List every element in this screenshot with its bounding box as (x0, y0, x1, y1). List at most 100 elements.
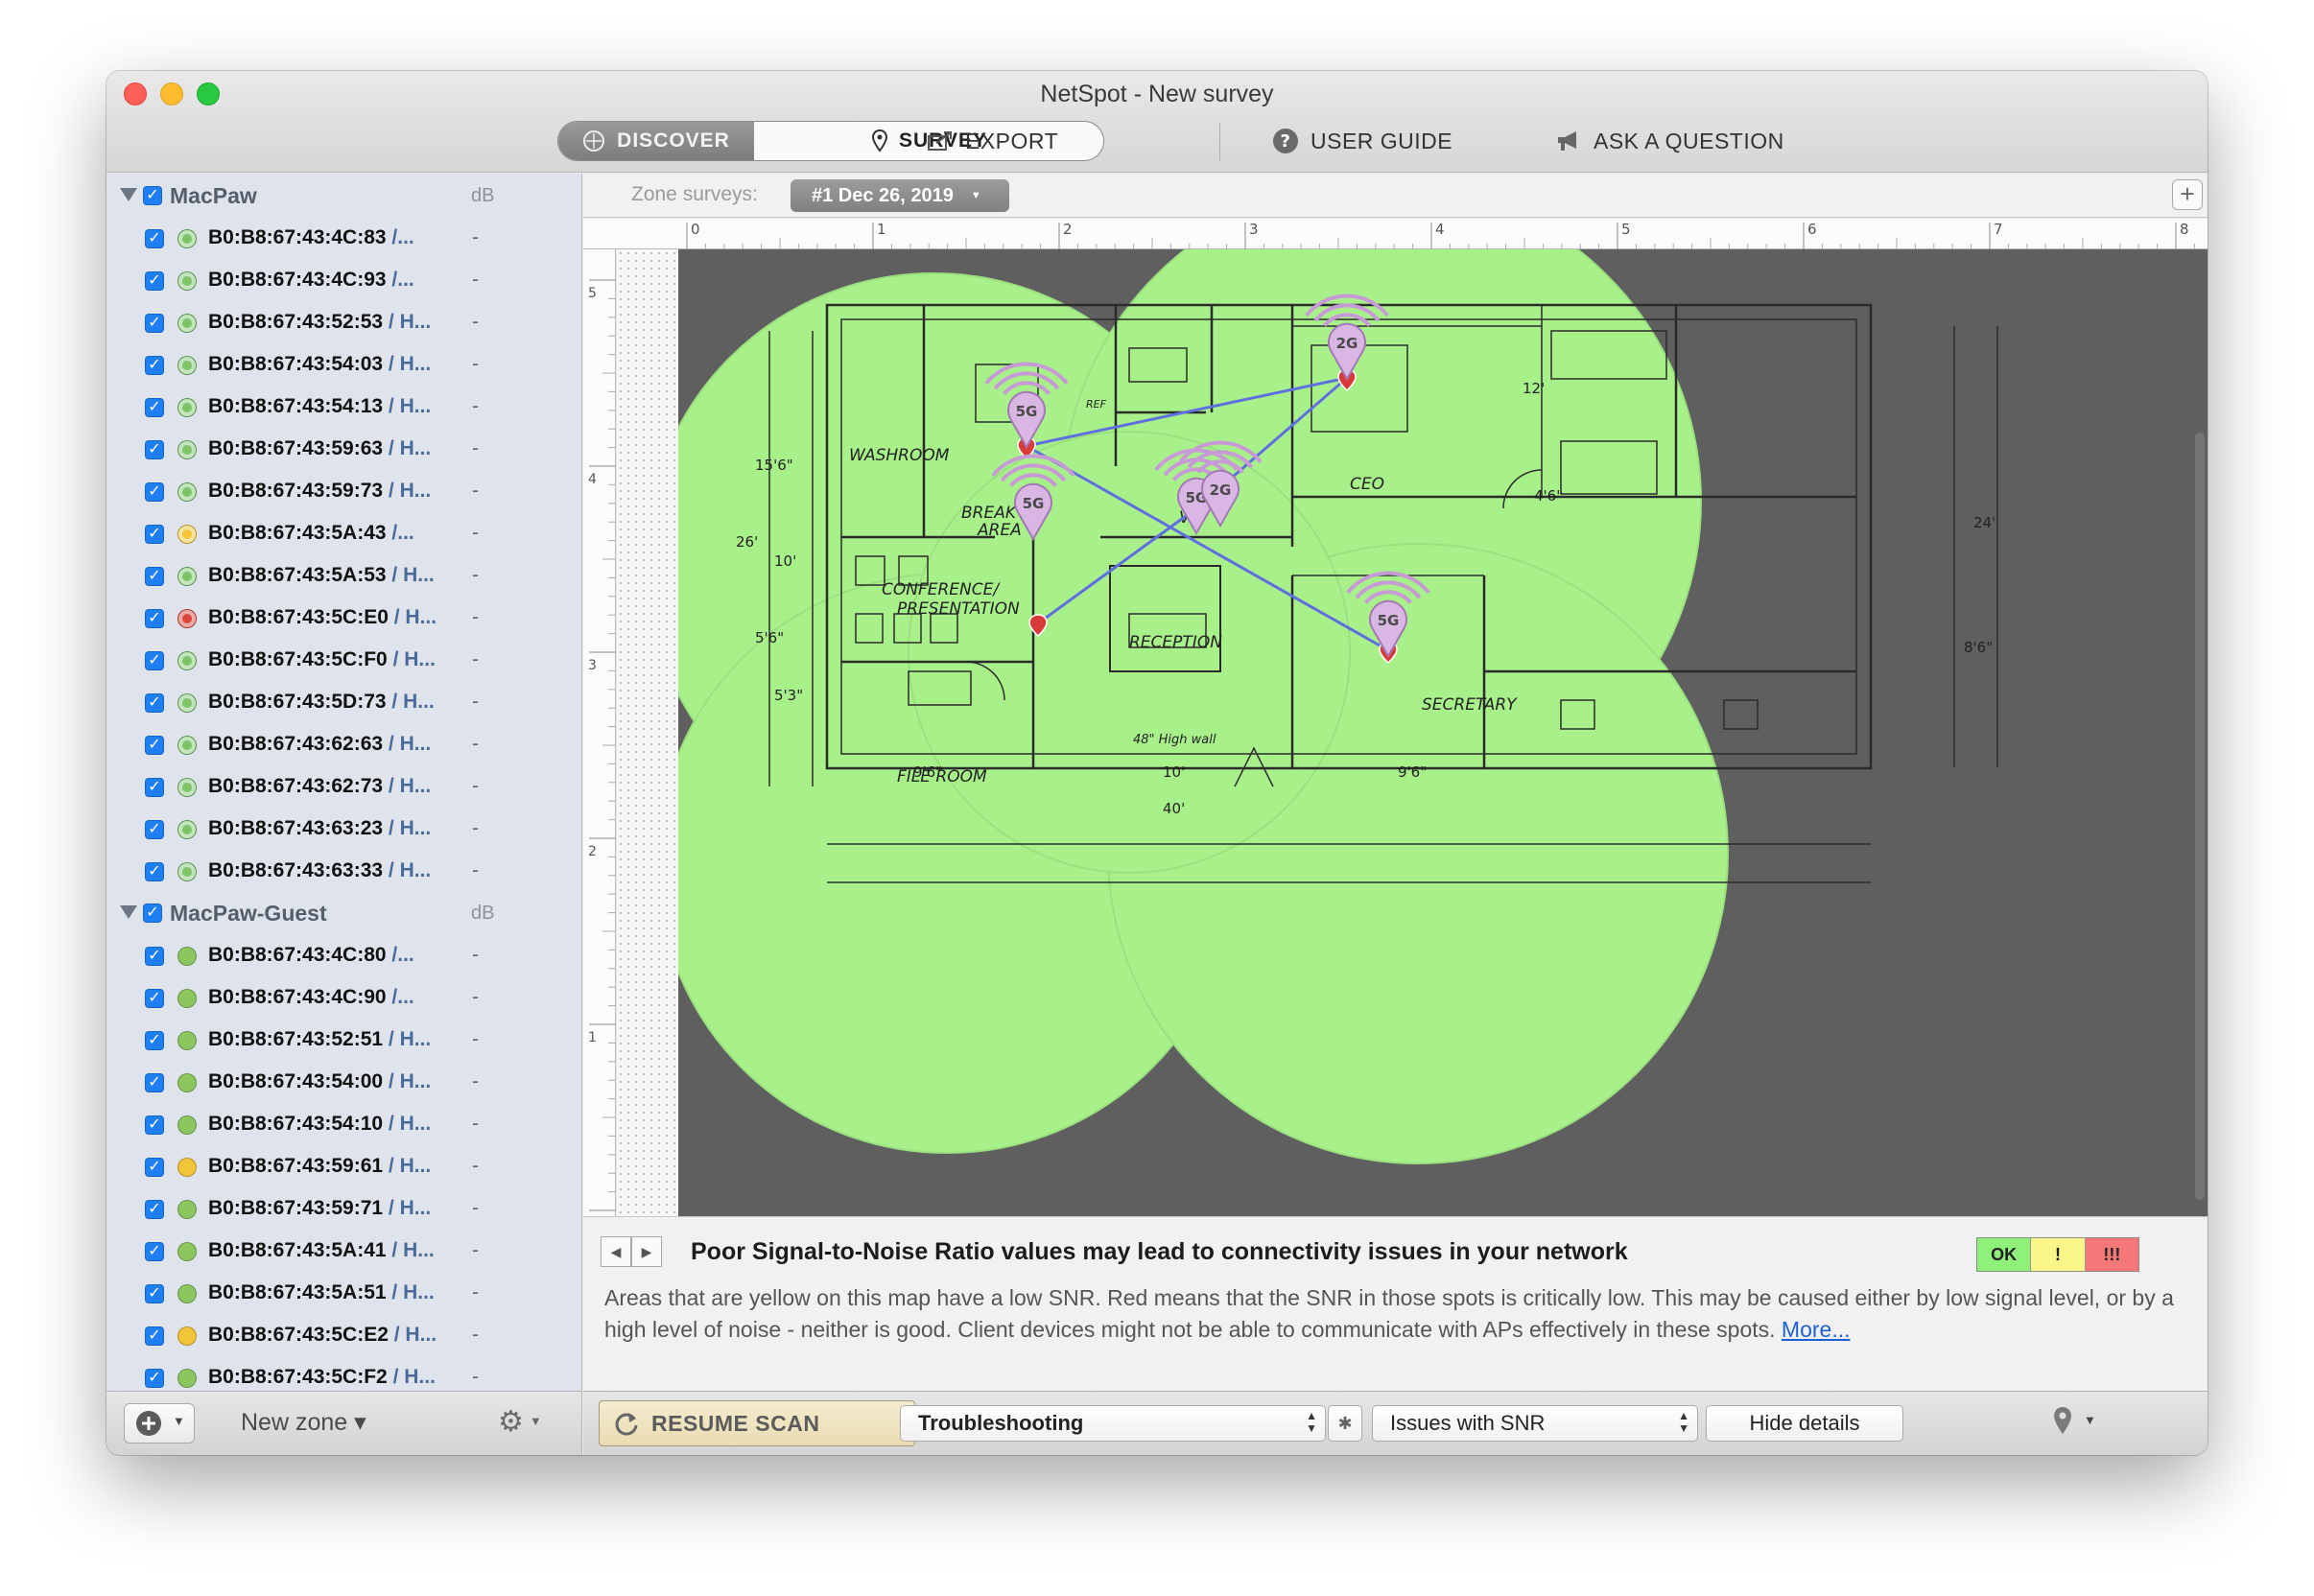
export-button[interactable]: EXPORT (927, 125, 1058, 157)
ruler-tick-label: 1 (877, 221, 886, 238)
next-issue-button[interactable]: ▶ (631, 1236, 662, 1267)
network-row[interactable]: ✓ B0:B8:67:43:52:53 / H... - (106, 302, 581, 344)
bssid-value: B0:B8:67:43:52:51 (208, 1028, 384, 1050)
network-row[interactable]: ✓ B0:B8:67:43:5C:F0 / H... - (106, 640, 581, 682)
map-scrollbar[interactable] (2195, 433, 2205, 1200)
row-checkbox[interactable]: ✓ (145, 1369, 164, 1388)
row-checkbox[interactable]: ✓ (145, 1284, 164, 1303)
network-row[interactable]: ✓ B0:B8:67:43:54:10 / H... - (106, 1104, 581, 1146)
bssid-label: B0:B8:67:43:59:61 / H... (208, 1155, 431, 1178)
network-row[interactable]: ✓ B0:B8:67:43:5A:51 / H... - (106, 1273, 581, 1315)
row-checkbox[interactable]: ✓ (145, 1158, 164, 1177)
network-row[interactable]: ✓ B0:B8:67:43:54:00 / H... - (106, 1062, 581, 1104)
row-checkbox[interactable]: ✓ (145, 947, 164, 966)
network-row[interactable]: ✓ B0:B8:67:43:5A:53 / H... - (106, 555, 581, 598)
network-row[interactable]: ✓ B0:B8:67:43:4C:90 /... - (106, 977, 581, 1020)
zone-survey-select[interactable]: #1 Dec 26, 2019 ▼ (791, 179, 1009, 212)
row-checkbox[interactable]: ✓ (145, 271, 164, 291)
group-checkbox[interactable]: ✓ (143, 186, 162, 205)
more-link[interactable]: More... (1782, 1317, 1851, 1342)
network-group[interactable]: ✓ MacPaw dB (106, 177, 581, 216)
signal-status-icon (177, 989, 197, 1008)
network-group[interactable]: ✓ MacPaw-Guest dB (106, 895, 581, 933)
network-row[interactable]: ✓ B0:B8:67:43:5C:F2 / H... - (106, 1357, 581, 1391)
ruler-tick-label: 5 (588, 286, 597, 301)
settings-menu-button[interactable]: ⚙ ▼ (498, 1405, 542, 1439)
row-checkbox[interactable]: ✓ (145, 1242, 164, 1261)
network-row[interactable]: ✓ B0:B8:67:43:4C:93 /... - (106, 260, 581, 302)
disclosure-triangle-icon[interactable] (120, 905, 137, 919)
mode-settings-button[interactable]: ✱ (1328, 1405, 1362, 1442)
dimension-label: 10' (774, 552, 796, 570)
row-checkbox[interactable]: ✓ (145, 989, 164, 1008)
user-guide-button[interactable]: ? USER GUIDE (1272, 125, 1452, 157)
row-checkbox[interactable]: ✓ (145, 651, 164, 670)
row-checkbox[interactable]: ✓ (145, 778, 164, 797)
issue-filter-select[interactable]: Issues with SNR ▲ ▼ (1372, 1405, 1698, 1442)
row-checkbox[interactable]: ✓ (145, 314, 164, 333)
signal-value: - (472, 691, 479, 713)
network-row[interactable]: ✓ B0:B8:67:43:54:13 / H... - (106, 387, 581, 429)
row-checkbox[interactable]: ✓ (145, 609, 164, 628)
network-row[interactable]: ✓ B0:B8:67:43:62:73 / H... - (106, 766, 581, 809)
network-row[interactable]: ✓ B0:B8:67:43:59:73 / H... - (106, 471, 581, 513)
row-checkbox[interactable]: ✓ (145, 1031, 164, 1050)
network-row[interactable]: ✓ B0:B8:67:43:4C:83 /... - (106, 218, 581, 260)
visualization-mode-select[interactable]: Troubleshooting ▲ ▼ (900, 1405, 1326, 1442)
row-checkbox[interactable]: ✓ (145, 862, 164, 881)
gear-icon: ⚙ (498, 1406, 524, 1438)
network-row[interactable]: ✓ B0:B8:67:43:5A:43 /... - (106, 513, 581, 555)
row-checkbox[interactable]: ✓ (145, 229, 164, 248)
row-checkbox[interactable]: ✓ (145, 525, 164, 544)
row-checkbox[interactable]: ✓ (145, 736, 164, 755)
new-zone-menu[interactable]: New zone ▾ (241, 1408, 366, 1437)
row-checkbox[interactable]: ✓ (145, 1073, 164, 1092)
row-checkbox[interactable]: ✓ (145, 1200, 164, 1219)
resume-scan-button[interactable]: RESUME SCAN (599, 1400, 915, 1446)
network-row[interactable]: ✓ B0:B8:67:43:5C:E2 / H... - (106, 1315, 581, 1357)
signal-status-icon (177, 1369, 197, 1388)
row-checkbox[interactable]: ✓ (145, 567, 164, 586)
row-checkbox[interactable]: ✓ (145, 693, 164, 713)
row-checkbox[interactable]: ✓ (145, 820, 164, 839)
group-checkbox[interactable]: ✓ (143, 904, 162, 923)
network-row[interactable]: ✓ B0:B8:67:43:4C:80 /... - (106, 935, 581, 977)
disclosure-triangle-icon[interactable] (120, 188, 137, 201)
hide-details-button[interactable]: Hide details (1706, 1405, 1903, 1442)
network-row[interactable]: ✓ B0:B8:67:43:63:23 / H... - (106, 809, 581, 851)
signal-status-icon (177, 314, 197, 333)
network-row[interactable]: ✓ B0:B8:67:43:59:61 / H... - (106, 1146, 581, 1188)
bssid-value: B0:B8:67:43:5C:F2 (208, 1366, 388, 1388)
network-row[interactable]: ✓ B0:B8:67:43:52:51 / H... - (106, 1020, 581, 1062)
discover-tab[interactable]: DISCOVER (558, 122, 754, 160)
bssid-suffix: / H... (388, 606, 437, 628)
row-checkbox[interactable]: ✓ (145, 440, 164, 459)
network-row[interactable]: ✓ B0:B8:67:43:5A:41 / H... - (106, 1231, 581, 1273)
network-row[interactable]: ✓ B0:B8:67:43:5D:73 / H... - (106, 682, 581, 724)
network-row[interactable]: ✓ B0:B8:67:43:63:33 / H... - (106, 851, 581, 893)
heatmap-canvas[interactable]: WASHROOM BREAK AREA VP CEO CONFERENCE/ P… (678, 249, 2208, 1216)
row-checkbox[interactable]: ✓ (145, 1115, 164, 1135)
row-checkbox[interactable]: ✓ (145, 356, 164, 375)
previous-issue-button[interactable]: ◀ (601, 1236, 631, 1267)
location-menu-button[interactable]: ▼ (2051, 1405, 2096, 1443)
group-unit: dB (471, 903, 495, 924)
network-row[interactable]: ✓ B0:B8:67:43:54:03 / H... - (106, 344, 581, 387)
row-checkbox[interactable]: ✓ (145, 1326, 164, 1346)
row-checkbox[interactable]: ✓ (145, 398, 164, 417)
signal-status-icon (177, 1158, 197, 1177)
room-label: AREA (977, 521, 1022, 540)
add-survey-button[interactable]: + (2172, 179, 2203, 210)
ask-question-label: ASK A QUESTION (1594, 128, 1784, 153)
add-zone-button[interactable]: ▼ (124, 1403, 195, 1443)
group-name: MacPaw (170, 183, 257, 208)
network-row[interactable]: ✓ B0:B8:67:43:5C:E0 / H... - (106, 598, 581, 640)
ask-question-button[interactable]: ASK A QUESTION (1555, 125, 1784, 157)
signal-status-icon (177, 693, 197, 713)
row-checkbox[interactable]: ✓ (145, 482, 164, 502)
network-row[interactable]: ✓ B0:B8:67:43:59:71 / H... - (106, 1188, 581, 1231)
network-row[interactable]: ✓ B0:B8:67:43:62:63 / H... - (106, 724, 581, 766)
ruler-tick-label: 2 (1063, 221, 1073, 238)
signal-status-icon (177, 651, 197, 670)
network-row[interactable]: ✓ B0:B8:67:43:59:63 / H... - (106, 429, 581, 471)
